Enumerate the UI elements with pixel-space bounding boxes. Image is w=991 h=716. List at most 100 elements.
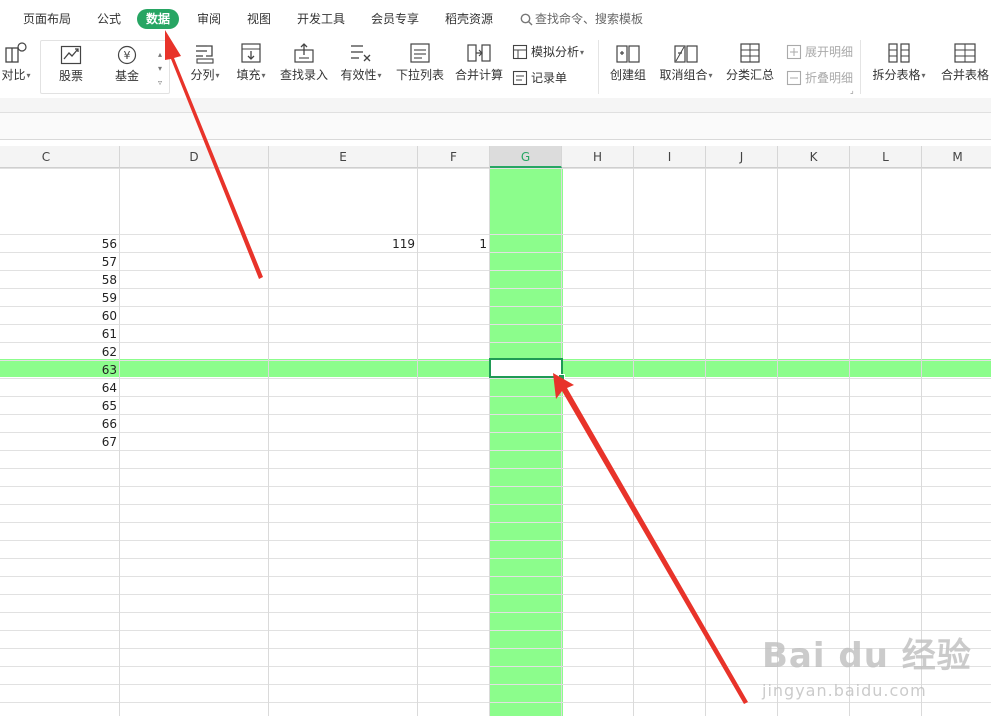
cell-c58[interactable]: 58 <box>0 271 117 289</box>
subtotal-button[interactable]: 分类汇总 <box>724 42 776 82</box>
column-header-g[interactable]: G <box>490 146 562 168</box>
record-form-label: 记录单 <box>531 71 568 85</box>
validity-label: 有效性 <box>340 68 377 82</box>
subtotal-label: 分类汇总 <box>725 68 774 82</box>
tab-view[interactable]: 视图 <box>247 9 271 29</box>
expand-detail-button[interactable]: 展开明细 <box>786 43 853 61</box>
consolidate-label: 合并计算 <box>454 68 503 82</box>
split-table-label: 拆分表格 <box>872 68 921 82</box>
gallery-scroll-arrows[interactable]: ▴ ▾ ▿ <box>158 48 162 90</box>
watermark-brand: Bai du 经验 <box>762 636 972 676</box>
row-gridline <box>0 594 991 595</box>
fill-button[interactable]: 填充▾ <box>234 42 268 83</box>
column-gridline <box>119 168 120 716</box>
stock-label: 股票 <box>58 69 83 83</box>
create-group-icon <box>616 45 640 63</box>
active-cell-g63[interactable] <box>489 358 563 378</box>
cell-f56[interactable]: 1 <box>418 235 487 253</box>
cell-c61[interactable]: 61 <box>0 325 117 343</box>
column-gridline <box>705 168 706 716</box>
row-gridline <box>0 612 991 613</box>
tab-member[interactable]: 会员专享 <box>371 9 419 29</box>
expand-detail-icon <box>786 44 802 60</box>
ungroup-label: 取消组合 <box>659 68 708 82</box>
cell-c56[interactable]: 56 <box>0 235 117 253</box>
cell-c62[interactable]: 62 <box>0 343 117 361</box>
subtotal-icon <box>740 43 760 63</box>
dialog-launcher-icon[interactable]: ⌟ <box>850 86 854 95</box>
command-search[interactable]: 查找命令、搜索模板 <box>520 9 643 29</box>
cell-c65[interactable]: 65 <box>0 397 117 415</box>
ribbon-bottom-strip <box>0 98 991 113</box>
tab-formula[interactable]: 公式 <box>97 9 121 29</box>
row-gridline <box>0 468 991 469</box>
cell-c60[interactable]: 60 <box>0 307 117 325</box>
split-table-button[interactable]: 拆分表格▾ <box>870 42 928 83</box>
cell-c63[interactable]: 63 <box>0 361 117 379</box>
lookup-entry-button[interactable]: 查找录入 <box>279 42 329 82</box>
column-header-h[interactable]: H <box>562 146 634 168</box>
row-gridline <box>0 522 991 523</box>
row-gridline <box>0 288 991 289</box>
dropdown-list-icon <box>410 43 430 63</box>
merge-table-label: 合并表格 <box>940 68 989 82</box>
row-gridline <box>0 540 991 541</box>
ungroup-button[interactable]: 取消组合▾ <box>656 42 716 83</box>
column-header-f[interactable]: F <box>418 146 490 168</box>
consolidate-icon <box>467 44 491 62</box>
stock-chart-icon <box>60 45 82 65</box>
compare-button[interactable]: 对比▾ <box>0 42 36 83</box>
watermark-site: jingyan.baidu.com <box>762 681 927 700</box>
cell-c67[interactable]: 67 <box>0 433 117 451</box>
tab-page-layout[interactable]: 页面布局 <box>23 9 71 29</box>
fill-down-icon <box>241 43 261 63</box>
collapse-detail-icon <box>786 70 802 86</box>
stock-button[interactable]: 股票 <box>50 45 92 83</box>
column-header-j[interactable]: J <box>706 146 778 168</box>
collapse-detail-button[interactable]: 折叠明细 <box>786 69 853 87</box>
cell-c59[interactable]: 59 <box>0 289 117 307</box>
merge-table-button[interactable]: 合并表格 <box>938 42 991 82</box>
validity-icon <box>351 45 371 62</box>
search-icon <box>520 13 533 26</box>
compare-label: 对比 <box>1 68 26 82</box>
create-group-button[interactable]: 创建组 <box>607 42 649 82</box>
column-header-m[interactable]: M <box>922 146 991 168</box>
selected-column-highlight <box>490 168 563 716</box>
svg-text:¥: ¥ <box>124 49 131 62</box>
consolidate-button[interactable]: 合并计算 <box>454 42 504 82</box>
tab-review[interactable]: 审阅 <box>197 9 221 29</box>
search-placeholder: 查找命令、搜索模板 <box>535 12 644 26</box>
split-table-icon <box>888 43 910 63</box>
column-header-e[interactable]: E <box>269 146 418 168</box>
row-gridline <box>0 486 991 487</box>
column-header-i[interactable]: I <box>634 146 706 168</box>
column-header-k[interactable]: K <box>778 146 850 168</box>
create-group-label: 创建组 <box>609 68 646 82</box>
ribbon-toolbar: 对比▾ 股票 ¥ 基金 ▴ ▾ ▿ 分列▾ 填充▾ 查找录入 有效性▾ 下拉列表 合… <box>0 36 991 98</box>
dropdown-list-label: 下拉列表 <box>395 68 444 82</box>
column-header-c[interactable]: C <box>0 146 120 168</box>
dropdown-list-button[interactable]: 下拉列表 <box>395 42 445 82</box>
fund-button[interactable]: ¥ 基金 <box>106 45 148 83</box>
row-gridline <box>0 576 991 577</box>
ungroup-icon <box>674 45 698 63</box>
what-if-label: 模拟分析 <box>531 45 580 59</box>
record-form-button[interactable]: 记录单 <box>512 69 567 87</box>
validity-button[interactable]: 有效性▾ <box>338 42 384 83</box>
what-if-analysis-button[interactable]: 模拟分析▾ <box>512 43 584 61</box>
ribbon-separator <box>860 40 861 94</box>
column-header-l[interactable]: L <box>850 146 922 168</box>
tab-developer[interactable]: 开发工具 <box>297 9 345 29</box>
fill-handle[interactable] <box>558 374 565 381</box>
tab-docer[interactable]: 稻壳资源 <box>445 9 493 29</box>
cell-c66[interactable]: 66 <box>0 415 117 433</box>
cell-c64[interactable]: 64 <box>0 379 117 397</box>
split-column-button[interactable]: 分列▾ <box>188 42 222 83</box>
column-gridline <box>489 168 490 716</box>
cell-c57[interactable]: 57 <box>0 253 117 271</box>
column-header-d[interactable]: D <box>120 146 269 168</box>
cell-e56[interactable]: 119 <box>269 235 415 253</box>
tab-data[interactable]: 数据 <box>137 9 180 29</box>
row-gridline <box>0 504 991 505</box>
